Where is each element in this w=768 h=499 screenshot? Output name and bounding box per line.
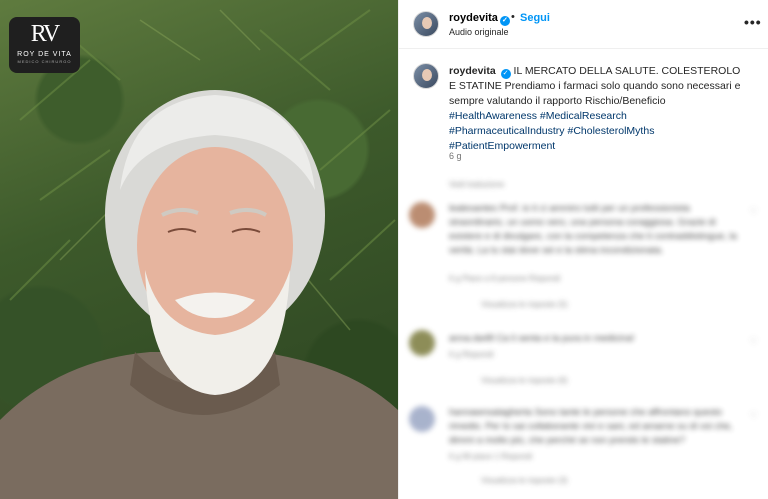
caption-avatar[interactable] <box>413 63 439 89</box>
reel-video[interactable]: RV ROY DE VITA MEDICO CHIRURGO <box>0 0 398 499</box>
author-username-text[interactable]: roydevita <box>449 12 498 24</box>
commenter-avatar[interactable] <box>409 406 435 432</box>
caption-username[interactable]: roydevita <box>449 65 496 77</box>
hashtag[interactable]: #MedicalResearch <box>540 110 627 122</box>
post-age[interactable]: 6 g <box>449 151 462 161</box>
follow-button[interactable]: Segui <box>520 12 550 24</box>
post-caption: roydevita ✓ IL MERCATO DELLA SALUTE. COL… <box>449 64 749 154</box>
like-heart-icon[interactable]: ♡ <box>750 336 758 347</box>
comment-text: hannawnsalagherta Sono tante le persone … <box>449 407 733 446</box>
comment-item: lealesantes Prof. io ti ci ammiro tutti … <box>409 198 764 318</box>
commenter-avatar[interactable] <box>409 202 435 228</box>
more-options-icon[interactable]: ••• <box>744 14 762 30</box>
speaker-figure <box>0 90 398 499</box>
see-translation-link[interactable]: Vedi traduzione <box>449 180 504 189</box>
logo-subtitle: MEDICO CHIRURGO <box>17 59 72 64</box>
logo-monogram: RV <box>30 21 60 47</box>
post-header: roydevita ✓ • Segui Audio originale ••• <box>399 0 768 49</box>
view-replies-link[interactable]: Visualizza le risposte (6) <box>481 376 568 385</box>
author-avatar[interactable] <box>413 11 439 37</box>
comment-item: hannawnsalagherta Sono tante le persone … <box>409 404 764 499</box>
hashtag[interactable]: #PatientEmpowerment <box>449 140 555 152</box>
view-replies-link[interactable]: Visualizza le risposte (3) <box>481 476 568 485</box>
separator-dot: • <box>511 11 515 23</box>
hashtag[interactable]: #PharmaceuticalIndustry <box>449 125 565 137</box>
comment-text: lealesantes Prof. io ti ci ammiro tutti … <box>449 203 737 256</box>
comment-meta[interactable]: 6 g Rispondi <box>449 350 493 359</box>
comment-text: anna.da48 Ca li senta e la pura in medic… <box>449 333 635 344</box>
brand-logo: RV ROY DE VITA MEDICO CHIRURGO <box>9 17 80 73</box>
comment-item: anna.da48 Ca li senta e la pura in medic… <box>409 328 764 398</box>
author-username[interactable]: roydevita ✓ <box>449 12 510 26</box>
commenter-avatar[interactable] <box>409 330 435 356</box>
verified-badge-icon: ✓ <box>499 16 510 26</box>
like-heart-icon[interactable]: ♡ <box>750 410 758 421</box>
hashtag[interactable]: #CholesterolMyths <box>567 125 654 137</box>
comment-meta[interactable]: 6 g Mi piace 1 Rispondi <box>449 452 532 461</box>
like-heart-icon[interactable]: ♡ <box>750 206 758 217</box>
comment-meta[interactable]: 6 g Piace a 8 persone Rispondi <box>449 274 560 283</box>
logo-name: ROY DE VITA <box>17 51 72 58</box>
post-side-panel: roydevita ✓ • Segui Audio originale ••• r… <box>398 0 768 499</box>
view-replies-link[interactable]: Visualizza le risposte (5) <box>481 300 568 309</box>
verified-badge-icon: ✓ <box>500 69 511 79</box>
hashtag[interactable]: #HealthAwareness <box>449 110 537 122</box>
audio-label[interactable]: Audio originale <box>449 27 509 37</box>
